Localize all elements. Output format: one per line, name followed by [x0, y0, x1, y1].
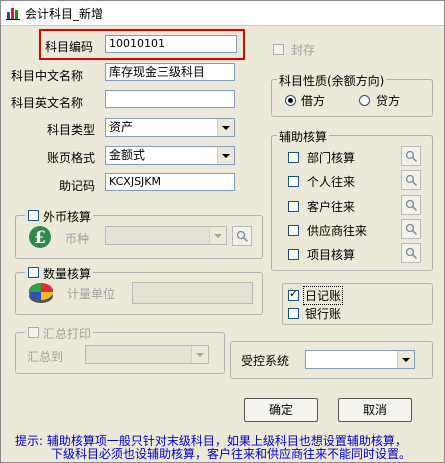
aux-customer-checkbox[interactable] [288, 201, 299, 212]
seal-label: 封存 [291, 43, 316, 57]
search-icon [405, 150, 418, 163]
ledger-value: 金额式 [109, 148, 146, 162]
control-label: 受控系统 [241, 354, 290, 368]
aux-project-label: 项目核算 [307, 248, 356, 262]
seal-checkbox[interactable] [273, 44, 284, 55]
control-select[interactable] [305, 350, 415, 369]
search-icon [405, 247, 418, 260]
bank-checkbox[interactable] [288, 308, 299, 319]
chevron-down-icon[interactable] [191, 346, 208, 363]
aux-person-label: 个人往来 [307, 175, 356, 189]
currency-pound-icon: £ [29, 226, 51, 248]
cn-name-input[interactable]: 库存现金三级科目 [105, 63, 235, 81]
hint-line-2: 下级科目必须也设辅助核算，客户往来和供应商往来不能同时设置。 [51, 447, 412, 461]
currency-select[interactable] [105, 226, 227, 245]
highlight-box [39, 29, 245, 60]
aux-dept-search-button[interactable] [401, 146, 421, 166]
credit-label: 贷方 [376, 94, 401, 108]
aux-supplier-checkbox[interactable] [288, 225, 299, 236]
pie-chart-icon [28, 282, 54, 303]
journal-label: 日记账 [302, 286, 344, 305]
search-icon [405, 199, 418, 212]
search-icon [405, 223, 418, 236]
svg-text:£: £ [34, 228, 46, 248]
summary-to-select[interactable] [85, 345, 209, 364]
chevron-down-icon[interactable] [209, 227, 226, 244]
aux-dept-label: 部门核算 [307, 151, 356, 165]
mnemonic-input[interactable]: KCXJSJKM [105, 173, 235, 191]
chevron-down-icon[interactable] [397, 351, 414, 368]
search-icon [236, 230, 249, 243]
type-label: 科目类型 [47, 123, 96, 137]
currency-label: 币种 [65, 232, 90, 246]
mnemonic-label: 助记码 [59, 179, 96, 193]
chevron-down-icon[interactable] [217, 147, 234, 164]
cn-name-label: 科目中文名称 [11, 69, 84, 83]
search-icon [405, 174, 418, 187]
aux-title: 辅助核算 [277, 128, 330, 145]
ledger-select[interactable]: 金额式 [105, 146, 235, 165]
aux-person-checkbox[interactable] [288, 176, 299, 187]
app-chart-icon [6, 8, 20, 20]
aux-dept-checkbox[interactable] [288, 152, 299, 163]
debit-radio[interactable] [285, 95, 296, 106]
hint-line-1: 提示: 辅助核算项一般只针对末级科目，如果上级科目也想设置辅助核算， [15, 434, 407, 448]
aux-project-checkbox[interactable] [288, 249, 299, 260]
title-bar: 会计科目_新增 [1, 1, 444, 26]
summary-checkbox[interactable] [28, 327, 39, 338]
ledger-label: 账页格式 [47, 151, 96, 165]
aux-customer-label: 客户往来 [307, 200, 356, 214]
type-value: 资产 [109, 120, 134, 134]
currency-search-button[interactable] [232, 226, 252, 246]
aux-supplier-label: 供应商往来 [307, 224, 368, 238]
chevron-down-icon[interactable] [217, 119, 234, 136]
quantity-checkbox[interactable] [28, 267, 39, 278]
foreign-checkbox[interactable] [28, 210, 39, 221]
unit-input[interactable] [132, 282, 253, 304]
window-title: 会计科目_新增 [25, 7, 104, 21]
aux-customer-search-button[interactable] [401, 195, 421, 215]
en-name-input[interactable] [105, 90, 235, 108]
dialog-window: 会计科目_新增 科目编码 10010101 科目中文名称 库存现金三级科目 科目… [0, 0, 445, 463]
aux-project-search-button[interactable] [401, 243, 421, 263]
aux-person-search-button[interactable] [401, 170, 421, 190]
unit-label: 计量单位 [67, 287, 116, 301]
en-name-label: 科目英文名称 [11, 96, 84, 110]
ok-button[interactable]: 确定 [244, 398, 318, 422]
cancel-button[interactable]: 取消 [338, 398, 412, 422]
nature-title: 科目性质(余额方向) [277, 72, 387, 89]
bank-label: 银行账 [305, 307, 342, 321]
journal-checkbox[interactable] [288, 287, 299, 301]
aux-supplier-search-button[interactable] [401, 219, 421, 239]
summary-to-label: 汇总到 [27, 350, 64, 364]
type-select[interactable]: 资产 [105, 118, 235, 137]
credit-radio[interactable] [359, 95, 370, 106]
debit-label: 借方 [301, 94, 326, 108]
